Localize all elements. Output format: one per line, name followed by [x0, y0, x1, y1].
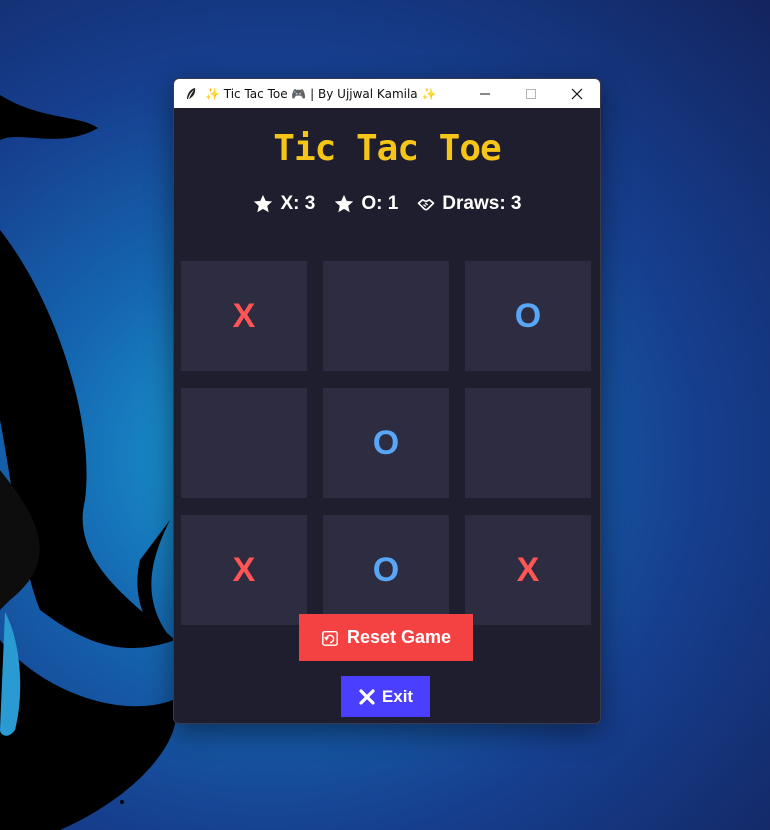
reset-game-label: Reset Game	[346, 627, 452, 647]
feather-icon	[183, 86, 199, 102]
board-cell-8[interactable]: O	[323, 515, 449, 625]
game-heading: Tic Tac Toe	[273, 128, 501, 169]
close-button[interactable]	[554, 79, 600, 108]
exit-label: Exit	[381, 686, 414, 706]
board-cell-2[interactable]	[323, 261, 449, 371]
minimize-button[interactable]	[462, 79, 508, 108]
maximize-icon	[526, 88, 536, 99]
reset-game-button[interactable]: Reset Game	[299, 614, 473, 661]
window-controls	[462, 79, 600, 108]
game-content: Tic Tac Toe X: 3 O: 1 Draws: 3 X O O X O…	[174, 108, 600, 723]
title-bar: ✨ Tic Tac Toe 🎮 | By Ujjwal Kamila ✨	[174, 79, 600, 108]
board-cell-4[interactable]	[181, 388, 307, 498]
score-o: O: 1	[333, 193, 398, 215]
score-x-label: X: 3	[280, 193, 316, 214]
x-mark-icon	[359, 688, 375, 705]
score-draws: Draws: 3	[416, 193, 522, 215]
star-icon	[335, 194, 354, 213]
board-cell-3[interactable]: O	[465, 261, 591, 371]
exit-button[interactable]: Exit	[341, 676, 430, 717]
score-o-label: O: 1	[361, 193, 399, 214]
score-x: X: 3	[252, 193, 315, 215]
window-title: ✨ Tic Tac Toe 🎮 | By Ujjwal Kamila ✨	[205, 86, 437, 101]
game-board: X O O X O X	[174, 231, 600, 625]
board-cell-7[interactable]: X	[181, 515, 307, 625]
board-cell-9[interactable]: X	[465, 515, 591, 625]
minimize-icon	[480, 93, 490, 94]
star-icon	[254, 194, 273, 213]
board-cell-6[interactable]	[465, 388, 591, 498]
close-icon	[571, 88, 583, 99]
board-cell-1[interactable]: X	[181, 261, 307, 371]
desktop: ✨ Tic Tac Toe 🎮 | By Ujjwal Kamila ✨ Tic…	[0, 0, 770, 830]
board-cell-5[interactable]: O	[323, 388, 449, 498]
handshake-icon	[417, 199, 435, 211]
game-window: ✨ Tic Tac Toe 🎮 | By Ujjwal Kamila ✨ Tic…	[173, 78, 601, 724]
scoreboard: X: 3 O: 1 Draws: 3	[174, 193, 600, 215]
maximize-button[interactable]	[508, 79, 554, 108]
reset-icon	[322, 630, 338, 646]
score-draws-label: Draws: 3	[442, 193, 522, 214]
